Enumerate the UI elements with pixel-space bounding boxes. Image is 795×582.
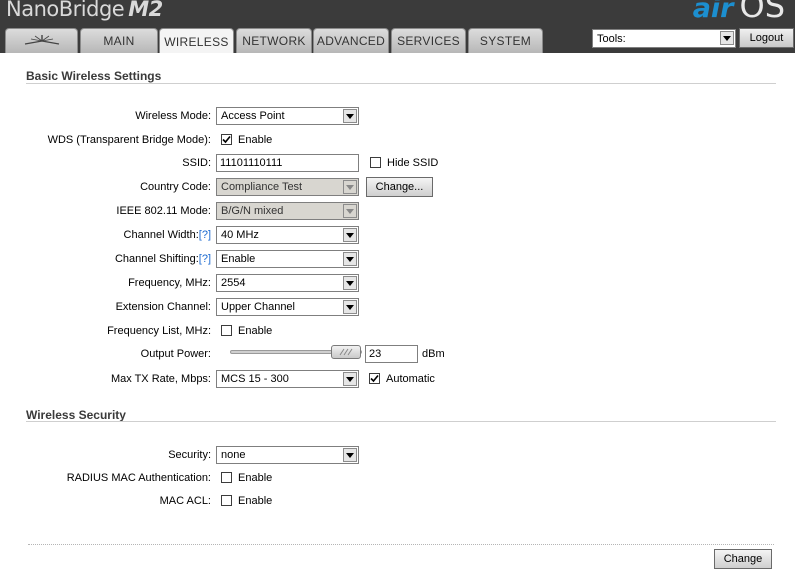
wireless-security-title: Wireless Security: [26, 408, 126, 422]
main-content: Basic Wireless Settings Wireless Mode: A…: [4, 53, 795, 582]
ieee-mode-select: B/G/N mixed: [216, 202, 359, 220]
wireless-mode-value: Access Point: [221, 110, 285, 122]
channel-shifting-help-link[interactable]: [?]: [199, 253, 211, 265]
tab-main[interactable]: MAIN: [80, 28, 158, 53]
extension-channel-label: Extension Channel:: [115, 301, 211, 313]
tab-advanced[interactable]: ADVANCED: [313, 28, 389, 53]
max-tx-rate-value: MCS 15 - 300: [221, 373, 289, 385]
checkmark-icon: [370, 374, 379, 383]
chevron-down-icon: [343, 276, 357, 290]
security-select[interactable]: none: [216, 446, 359, 464]
change-country-button[interactable]: Change...: [366, 177, 433, 197]
ubiquiti-logo-icon: [23, 33, 61, 50]
chevron-down-icon: [343, 300, 357, 314]
tab-services[interactable]: SERVICES: [391, 28, 466, 53]
radius-mac-enable-label: Enable: [238, 472, 273, 484]
chevron-down-icon: [343, 252, 357, 266]
checkmark-icon: [222, 135, 231, 144]
max-tx-rate-select[interactable]: MCS 15 - 300: [216, 370, 359, 388]
channel-shifting-select[interactable]: Enable: [216, 250, 359, 268]
wireless-mode-select[interactable]: Access Point: [216, 107, 359, 125]
hide-ssid-checkbox[interactable]: [370, 157, 381, 168]
max-tx-rate-label: Max TX Rate, Mbps:: [110, 373, 211, 385]
product-logo: NanoBridge M2: [6, 0, 163, 24]
frequency-label: Frequency, MHz:: [128, 277, 211, 289]
chevron-down-icon: [343, 109, 357, 123]
brand-prefix: air: [692, 0, 734, 24]
channel-width-select[interactable]: 40 MHz: [216, 226, 359, 244]
airos-logo: air OS: [693, 0, 785, 25]
output-power-slider-handle[interactable]: [331, 345, 361, 359]
mac-acl-label: MAC ACL:: [159, 495, 211, 507]
frequency-list-enable-label: Enable: [238, 325, 273, 337]
tools-select[interactable]: Tools:: [592, 29, 736, 48]
wds-label: WDS (Transparent Bridge Mode):: [47, 134, 211, 146]
wds-enable-label: Enable: [238, 134, 273, 146]
change-button[interactable]: Change: [714, 549, 772, 569]
wireless-mode-label: Wireless Mode:: [135, 110, 211, 122]
ssid-label: SSID:: [182, 157, 211, 169]
country-code-select: Compliance Test: [216, 178, 359, 196]
channel-width-value: 40 MHz: [221, 229, 259, 241]
ssid-input[interactable]: 11101110111: [216, 154, 359, 172]
tab-ubiquiti-logo[interactable]: [5, 28, 78, 53]
chevron-down-icon: [343, 180, 357, 194]
radius-mac-checkbox[interactable]: [221, 472, 232, 483]
channel-width-help-link[interactable]: [?]: [199, 229, 211, 241]
tools-select-value: Tools:: [597, 33, 626, 45]
grip-icon: [339, 348, 353, 356]
country-code-label: Country Code:: [140, 181, 211, 193]
product-name: NanoBridge: [6, 0, 125, 21]
section-divider: [26, 421, 776, 422]
frequency-list-checkbox[interactable]: [221, 325, 232, 336]
ieee-mode-label: IEEE 802.11 Mode:: [116, 205, 211, 217]
radius-mac-label: RADIUS MAC Authentication:: [66, 472, 211, 484]
product-model: M2: [128, 0, 163, 21]
channel-shifting-label-text: Channel Shifting:: [114, 253, 199, 265]
channel-width-label-text: Channel Width:: [123, 229, 199, 241]
frequency-select[interactable]: 2554: [216, 274, 359, 292]
frequency-value: 2554: [221, 277, 246, 289]
channel-shifting-label: Channel Shifting:[?]: [11, 253, 211, 265]
chevron-down-icon: [343, 448, 357, 462]
output-power-input[interactable]: 23: [365, 345, 418, 363]
extension-channel-value: Upper Channel: [221, 301, 295, 313]
country-code-value: Compliance Test: [221, 181, 303, 193]
chevron-down-icon: [720, 31, 734, 45]
tab-network[interactable]: NETWORK: [236, 28, 312, 53]
footer-divider: [28, 544, 774, 545]
output-power-unit: dBm: [422, 348, 445, 360]
wds-checkbox[interactable]: [221, 134, 232, 145]
tab-system[interactable]: SYSTEM: [468, 28, 543, 53]
extension-channel-select[interactable]: Upper Channel: [216, 298, 359, 316]
ieee-mode-value: B/G/N mixed: [221, 205, 284, 217]
hide-ssid-label: Hide SSID: [387, 157, 439, 169]
mac-acl-checkbox[interactable]: [221, 495, 232, 506]
brand-suffix: OS: [739, 0, 786, 25]
chevron-down-icon: [343, 204, 357, 218]
frequency-list-label: Frequency List, MHz:: [107, 325, 211, 337]
security-value: none: [221, 449, 246, 461]
channel-shifting-value: Enable: [221, 253, 256, 265]
automatic-rate-label: Automatic: [386, 373, 435, 385]
mac-acl-enable-label: Enable: [238, 495, 273, 507]
logout-button[interactable]: Logout: [739, 28, 794, 48]
tab-wireless[interactable]: WIRELESS: [159, 28, 234, 54]
basic-settings-title: Basic Wireless Settings: [26, 69, 162, 83]
section-divider: [26, 83, 776, 84]
chevron-down-icon: [343, 372, 357, 386]
security-label: Security:: [168, 449, 211, 461]
automatic-rate-checkbox[interactable]: [369, 373, 380, 384]
chevron-down-icon: [343, 228, 357, 242]
output-power-label: Output Power:: [140, 348, 211, 360]
channel-width-label: Channel Width:[?]: [11, 229, 211, 241]
